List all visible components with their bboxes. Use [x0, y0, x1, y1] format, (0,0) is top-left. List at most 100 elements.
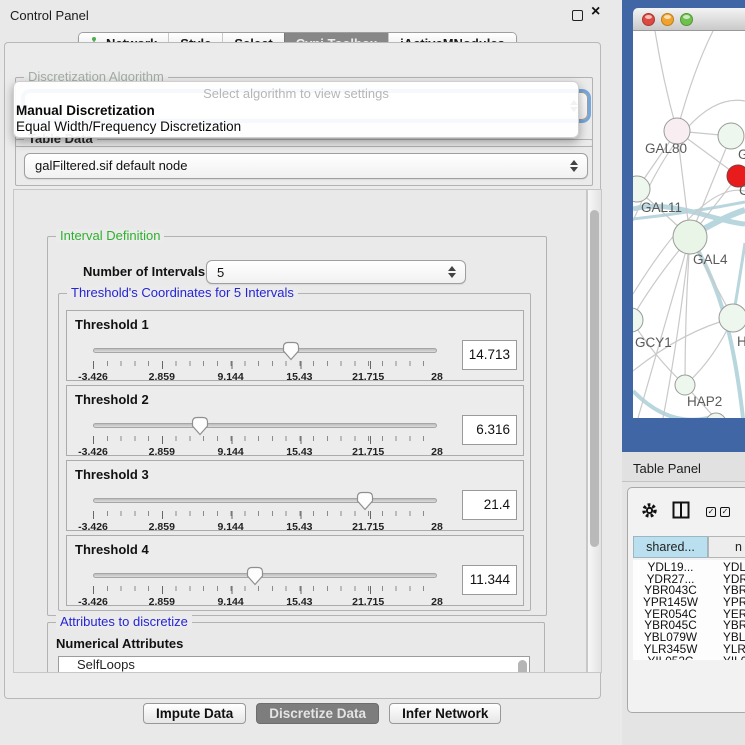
table-header-row: shared... n [633, 536, 745, 558]
node-label-gal80: GAL80 [645, 141, 687, 156]
select-column-checkbox-icon[interactable]: ✓ [720, 507, 730, 517]
threshold-4-label: Threshold 4 [75, 542, 149, 557]
minimize-traffic-light-icon[interactable] [661, 13, 674, 26]
threshold-3-panel: Threshold 3 -3.4262.8599.14415.4321.7152… [66, 460, 524, 531]
table-panel-body: ✓ ✓ shared... n YDL19...YDL1 YDR27...YDR… [627, 487, 745, 713]
number-of-intervals-label: Number of Intervals [83, 264, 205, 279]
table-panel-title: Table Panel [633, 461, 701, 476]
slider-track[interactable] [93, 573, 437, 578]
network-window-titlebar[interactable] [633, 8, 745, 31]
scrollbar-thumb[interactable] [590, 210, 599, 547]
tab-infer-network[interactable]: Infer Network [389, 703, 501, 724]
threshold-3-slider[interactable]: -3.4262.8599.14415.4321.71528 [93, 489, 437, 529]
slider-thumb[interactable] [282, 341, 300, 361]
table-row[interactable]: YBL079WYBL0 [633, 630, 745, 642]
node-label-gcy1: GCY1 [635, 335, 672, 350]
table-row[interactable]: YER054CYER0 [633, 607, 745, 619]
network-view-window[interactable]: GAL80 GA GAL11 C GAL4 GCY1 H HAP2 [622, 0, 745, 452]
zoom-traffic-light-icon[interactable] [680, 13, 693, 26]
column-header-name[interactable]: n [708, 536, 745, 558]
slider-tick-labels: -3.4262.8599.14415.4321.71528 [93, 521, 437, 533]
attributes-group-title: Attributes to discretize [56, 615, 192, 629]
number-of-intervals-select[interactable]: 5 [206, 260, 466, 284]
slider-tick-labels: -3.4262.8599.14415.4321.71528 [93, 596, 437, 608]
table-data-select[interactable]: galFiltered.sif default node [24, 153, 588, 179]
threshold-3-value-field[interactable]: 21.4 [462, 490, 517, 520]
slider-major-ticks [93, 436, 439, 444]
table-row[interactable]: YLR345WYLR3 [633, 642, 745, 654]
slider-track[interactable] [93, 498, 437, 503]
threshold-2-value-field[interactable]: 6.316 [462, 415, 517, 445]
table-data-group: Table Data galFiltered.sif default node [15, 139, 593, 186]
threshold-1-value-field[interactable]: 14.713 [462, 340, 517, 370]
table-row[interactable]: YPR145WYPR1 [633, 595, 745, 607]
node-label-c-cut: C [739, 183, 745, 198]
tab-discretize-data[interactable]: Discretize Data [256, 703, 379, 724]
control-panel-titlebar: Control Panel × [0, 0, 622, 30]
float-window-icon[interactable] [572, 10, 583, 21]
dropdown-item-manual-discretization[interactable]: Manual Discretization [16, 103, 155, 118]
threshold-4-panel: Threshold 4 -3.4262.8599.14415.4321.7152… [66, 535, 524, 606]
slider-major-ticks [93, 586, 439, 594]
attributes-group: Attributes to discretize Numerical Attri… [47, 622, 545, 673]
columns-icon[interactable] [672, 501, 690, 519]
table-row[interactable]: YDL19...YDL1 [633, 560, 745, 572]
threshold-4-value-field[interactable]: 11.344 [462, 565, 517, 595]
table-toolbar: ✓ ✓ [628, 488, 745, 532]
table-data-selected-value: galFiltered.sif default node [35, 158, 187, 173]
table-row[interactable]: YBR045CYBR0 [633, 618, 745, 630]
slider-thumb[interactable] [191, 416, 209, 436]
node-label-gal4: GAL4 [693, 252, 728, 267]
table-row[interactable]: YDR27...YDR2 [633, 572, 745, 584]
slider-tick-labels: -3.4262.8599.14415.4321.71528 [93, 371, 437, 383]
node-gal4[interactable] [673, 220, 707, 254]
interval-definition-group: Interval Definition Number of Intervals … [47, 236, 547, 616]
node-label-gal11: GAL11 [641, 200, 682, 215]
slider-major-ticks [93, 361, 439, 369]
numerical-attributes-list[interactable]: SelfLoops TopologicalCoefficient Between… [58, 656, 530, 673]
table-row[interactable]: YIL052CYIL0 [633, 654, 745, 661]
network-canvas[interactable]: GAL80 GA GAL11 C GAL4 GCY1 H HAP2 [633, 31, 745, 418]
combo-stepper-icon [448, 266, 456, 278]
node-label-ga-cut: GA [738, 147, 745, 162]
slider-track[interactable] [93, 348, 437, 353]
threshold-2-panel: Threshold 2 -3.4262.8599.14415.4321.7152… [66, 385, 524, 456]
node-bottom-partial[interactable] [706, 413, 726, 418]
close-traffic-light-icon[interactable] [642, 13, 655, 26]
vertical-scrollbar[interactable] [587, 189, 602, 673]
list-scrollbar[interactable] [518, 660, 527, 673]
slider-tick-labels: -3.4262.8599.14415.4321.71528 [93, 446, 437, 458]
settings-viewport: Interval Definition Number of Intervals … [13, 189, 587, 673]
slider-track[interactable] [93, 423, 437, 428]
list-item[interactable]: SelfLoops [59, 657, 529, 673]
table-rows: YDL19...YDL1 YDR27...YDR2 YBR043CYBR0 YP… [633, 560, 745, 660]
dropdown-hint: Select algorithm to view settings [14, 86, 578, 101]
threshold-2-slider[interactable]: -3.4262.8599.14415.4321.71528 [93, 414, 437, 454]
close-icon[interactable]: × [591, 3, 600, 21]
slider-thumb[interactable] [356, 491, 374, 511]
cyni-bottom-tabs: Impute Data Discretize Data Infer Networ… [143, 703, 501, 724]
node-gcy1[interactable] [633, 308, 643, 332]
gear-icon[interactable] [641, 502, 658, 519]
thresholds-group: Threshold's Coordinates for 5 Intervals … [58, 293, 531, 611]
network-graph: GAL80 GA GAL11 C GAL4 GCY1 H HAP2 [633, 31, 745, 418]
node-label-hap2: HAP2 [687, 394, 722, 409]
node-hap2[interactable] [675, 375, 695, 395]
select-all-checkbox-icon[interactable]: ✓ [706, 507, 716, 517]
threshold-1-slider[interactable]: -3.4262.8599.14415.4321.71528 [93, 339, 437, 379]
tab-impute-data[interactable]: Impute Data [143, 703, 246, 724]
algorithm-dropdown-popup: Select algorithm to view settings Manual… [13, 81, 579, 138]
control-panel-title: Control Panel [10, 8, 89, 23]
node-top-right[interactable] [718, 123, 744, 149]
number-of-intervals-value: 5 [217, 265, 224, 280]
node-h[interactable] [719, 304, 745, 332]
column-header-shared-name[interactable]: shared... [633, 536, 708, 558]
threshold-4-slider[interactable]: -3.4262.8599.14415.4321.71528 [93, 564, 437, 604]
dropdown-item-equal-width-frequency[interactable]: Equal Width/Frequency Discretization [16, 119, 241, 134]
table-row[interactable]: YBR043CYBR0 [633, 583, 745, 595]
slider-thumb[interactable] [246, 566, 264, 586]
cyni-toolbox-panel: Discretization Algorithm Select algorith… [4, 42, 601, 699]
list-item[interactable]: TopologicalCoefficient [59, 673, 529, 674]
control-panel: Control Panel × Network Style Select Cyn… [0, 0, 622, 745]
interval-definition-title: Interval Definition [56, 229, 164, 243]
